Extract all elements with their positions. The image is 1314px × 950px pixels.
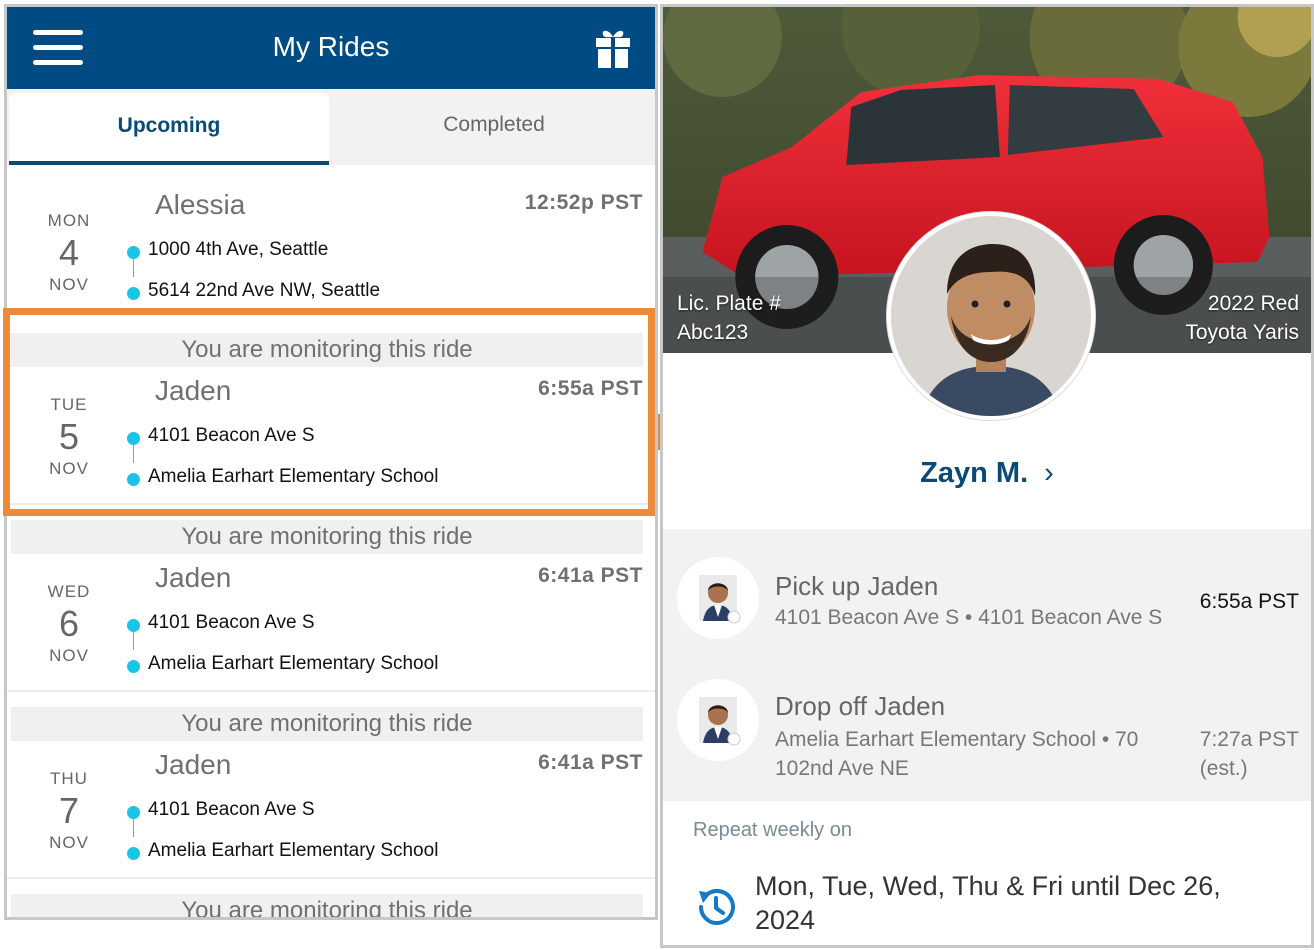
pickup-address: 4101 Beacon Ave S [148,425,315,446]
license-plate: Lic. Plate # Abc123 [677,289,781,347]
dropoff-dot-icon [127,847,140,860]
repeat-clock-icon [699,889,735,925]
stop-title: Drop off Jaden [775,691,946,721]
ride-day: 7 [58,790,80,831]
route-connector [133,259,134,277]
ride-weekday: WED [47,582,91,601]
ride-month: NOV [49,275,89,294]
repeat-schedule: Mon, Tue, Wed, Thu & Fri until Dec 26, 2… [755,871,1221,935]
license-plate-value: Abc123 [677,321,749,344]
ride-time: 6:41a PST [538,751,643,774]
pickup-address: 1000 4th Ave, Seattle [148,239,329,260]
tab-upcoming[interactable]: Upcoming [9,93,329,165]
dropoff-address: Amelia Earhart Elementary School [148,653,439,674]
dropoff-dot-icon [127,473,140,486]
stop-time-value: 6:55a PST [1199,590,1299,613]
divider [7,877,655,879]
route-connector [133,445,134,463]
stop-time: 6:55a PST [1200,587,1299,616]
dropoff-dot-icon [127,287,140,300]
dropoff-address: Amelia Earhart Elementary School [148,840,439,861]
pickup-address: 4101 Beacon Ave S [148,612,315,633]
ride-date: THU 7 NOV [37,769,101,853]
ride-weekday: THU [50,769,88,788]
dropoff-dot-icon [127,660,140,673]
route-connector [133,819,134,837]
vehicle-year-color: 2022 Red [1207,292,1299,315]
ride-item[interactable]: WED 6 NOV Jaden 6:41a PST 4101 Beacon Av… [7,554,655,704]
route-connector [133,632,134,650]
rider-avatar [677,679,759,761]
license-plate-label: Lic. Plate # [677,292,781,315]
ride-month: NOV [49,833,89,852]
ride-details-screen: Lic. Plate # Abc123 2022 Red Toyota Yari… [660,4,1314,948]
divider [7,503,655,505]
rider-name: Jaden [155,562,232,593]
driver-name-link[interactable]: Zayn M. › [663,457,1311,490]
ride-time: 6:41a PST [538,564,643,587]
driver-photo [891,216,1091,416]
ride-time: 12:52p PST [524,191,643,214]
monitoring-banner: You are monitoring this ride [11,520,643,554]
pickup-dot-icon [127,246,140,259]
stop-time-value: 7:27a PST [1199,728,1299,751]
rider-name: Jaden [155,749,232,780]
ride-date: TUE 5 NOV [37,395,101,479]
ride-time: 6:55a PST [538,377,643,400]
ride-day: 6 [58,603,80,644]
stop-time: 7:27a PST (est.) [1200,725,1299,783]
rider-name: Jaden [155,375,232,406]
pickup-dot-icon [127,806,140,819]
ride-day: 4 [58,232,80,273]
gift-icon[interactable] [595,25,631,69]
app-header: My Rides [7,7,655,89]
page-title: My Rides [272,31,390,62]
rider-photo [677,679,759,761]
ride-date: MON 4 NOV [37,211,101,295]
driver-name: Zayn M. [920,457,1029,489]
dropoff-address: 5614 22nd Ave NW, Seattle [148,280,381,301]
driver-avatar[interactable] [887,212,1095,420]
ride-month: NOV [49,646,89,665]
stop-address: 4101 Beacon Ave S • 4101 Beacon Ave S [775,606,1163,629]
stop-title: Pick up Jaden [775,571,939,601]
rider-avatar [677,557,759,639]
ride-item[interactable]: TUE 5 NOV Jaden 6:55a PST 4101 Beacon Av… [7,367,655,517]
pickup-dot-icon [127,619,140,632]
dropoff-address: Amelia Earhart Elementary School [148,466,439,487]
vehicle-description: 2022 Red Toyota Yaris [1185,289,1299,347]
monitoring-banner: You are monitoring this ride [11,707,643,741]
ride-month: NOV [49,459,89,478]
rider-name: Alessia [155,189,246,220]
ride-stops: Pick up Jaden 4101 Beacon Ave S • 4101 B… [663,529,1311,801]
ride-tabs: Upcoming Completed [7,89,655,165]
vehicle-model: Toyota Yaris [1185,321,1299,344]
divider [7,690,655,692]
monitoring-banner: You are monitoring this ride [11,333,643,367]
repeat-label: Repeat weekly on [693,819,852,841]
ride-weekday: MON [47,211,91,230]
dropoff-stop-card[interactable]: Drop off Jaden Amelia Earhart Elementary… [663,651,1311,780]
ride-item[interactable]: THU 7 NOV Jaden 6:41a PST 4101 Beacon Av… [7,741,655,891]
ride-day: 5 [58,416,80,457]
tab-completed[interactable]: Completed [333,89,655,165]
rider-photo [677,557,759,639]
ride-date: WED 6 NOV [37,582,101,666]
pickup-dot-icon [127,432,140,445]
pickup-stop-card[interactable]: Pick up Jaden 4101 Beacon Ave S • 4101 B… [663,529,1311,649]
chevron-right-icon: › [1044,457,1054,489]
stop-address: Amelia Earhart Elementary School • 70 10… [775,728,1139,780]
stop-time-note: (est.) [1199,757,1248,780]
ride-weekday: TUE [50,395,88,414]
ride-item[interactable]: MON 4 NOV Alessia 12:52p PST 1000 4th Av… [7,165,655,315]
monitoring-banner: You are monitoring this ride [11,894,643,917]
pickup-address: 4101 Beacon Ave S [148,799,315,820]
my-rides-screen: My Rides Upcoming Completed MON 4 NOV Al… [4,4,658,920]
